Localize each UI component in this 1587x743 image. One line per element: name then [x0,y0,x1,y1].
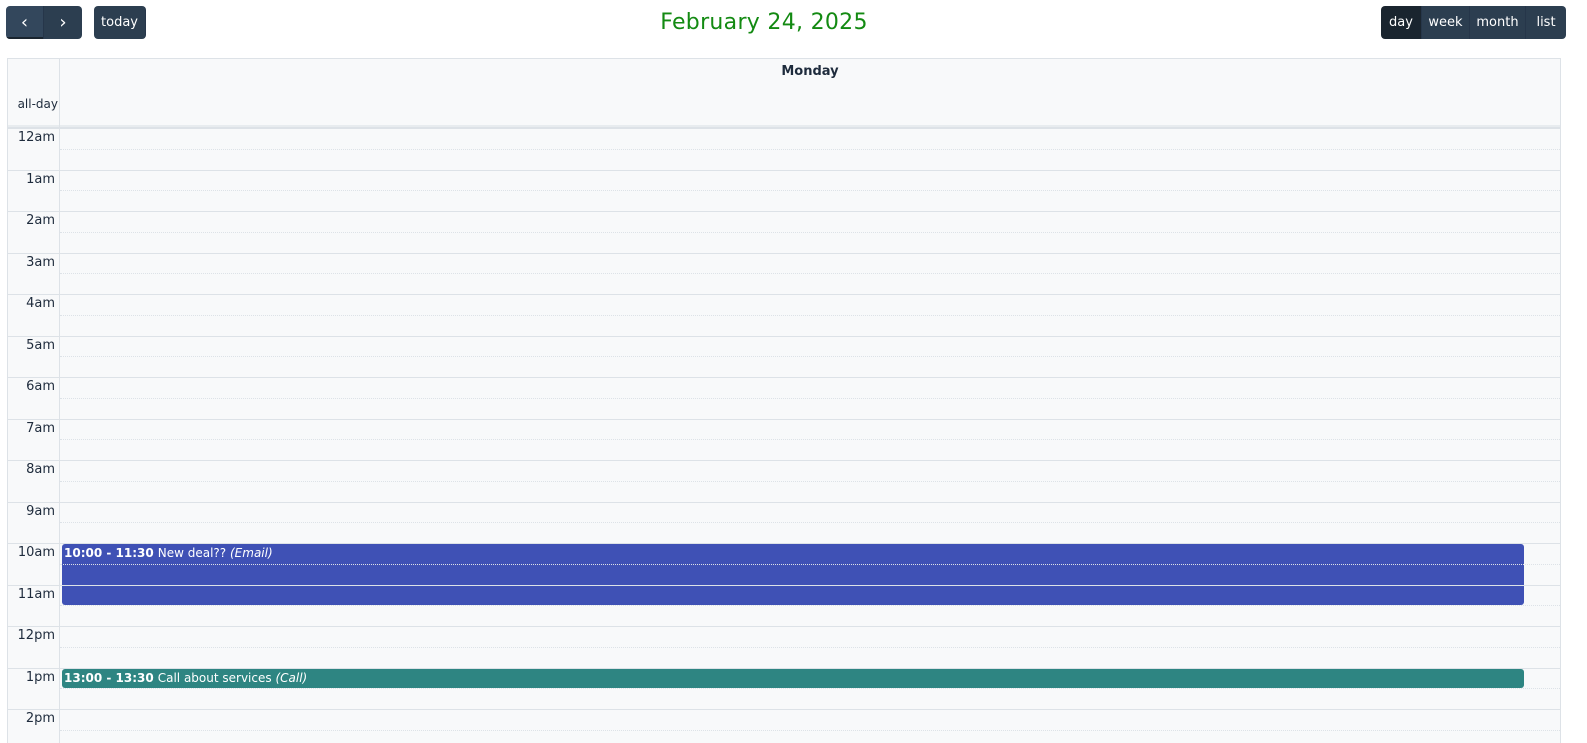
half-hour-slot-line [60,190,1560,192]
hour-slot-line [8,252,1560,254]
half-hour-slot-line [60,356,1560,358]
half-hour-slot-line [60,480,1560,482]
event-type: (Email) [229,546,273,560]
hour-slot-line [8,460,1560,461]
event-title: Call about services [157,670,272,685]
event-type: (Call) [275,670,308,685]
event-title: New deal?? [157,546,227,560]
hour-slot-line [8,418,1560,420]
hour-slot-line [8,211,1560,212]
hour-slot-line [8,294,1560,295]
half-hour-slot-line [60,688,1560,690]
half-hour-slot-line [60,397,1560,399]
half-hour-slot-line [60,231,1560,233]
hour-slot-line [8,626,1560,627]
allday-divider [8,125,1560,128]
half-hour-slot-line [60,563,1560,565]
half-hour-slot-line [60,522,1560,524]
calendar-toolbar: ‹ › today February 24, 2025 day week mon… [0,0,1587,48]
hour-slot-line [8,667,1560,669]
calendar-title: February 24, 2025 [660,10,868,35]
half-hour-slot-line [60,273,1560,275]
half-hour-slot-line [60,605,1560,607]
view-list-button[interactable]: list [1526,6,1566,39]
hour-slot-line [8,335,1560,337]
day-header-monday[interactable]: Monday [60,59,1560,85]
hour-slot-line [8,709,1560,710]
view-week-button[interactable]: week [1422,6,1470,39]
hour-slot-line [8,128,1560,129]
view-month-button[interactable]: month [1470,6,1526,39]
half-hour-slot-line [60,439,1560,441]
allday-row[interactable]: all-day [8,84,1560,126]
half-hour-slot-line [60,729,1560,731]
hour-slot-line [8,377,1560,378]
view-switcher: day week month list [1381,6,1566,39]
half-hour-slot-line [60,314,1560,316]
event-time: 13:00 - 13:30 [64,670,154,685]
half-hour-slot-line [60,646,1560,648]
view-day-button[interactable]: day [1381,6,1422,39]
events-layer: 10:00 - 11:30 New deal?? (Email) 13:00 - 1… [62,128,1524,743]
time-axis [8,59,60,743]
day-view: 10:00 - 11:30 New deal?? (Email) 13:00 - 1… [7,58,1561,743]
hour-slot-line [8,169,1560,171]
hour-slot-line [8,501,1560,503]
event-time: 10:00 - 11:30 [64,546,154,560]
hour-slot-line [8,543,1560,544]
time-grid[interactable]: 10:00 - 11:30 New deal?? (Email) 13:00 - 1… [8,128,1560,743]
hour-slot-line [8,584,1560,586]
half-hour-slot-line [60,148,1560,150]
calendar-event[interactable]: 10:00 - 11:30 New deal?? (Email) [62,544,1524,606]
calendar-event[interactable]: 13:00 - 13:30 Call about services (Call) [62,668,1524,689]
